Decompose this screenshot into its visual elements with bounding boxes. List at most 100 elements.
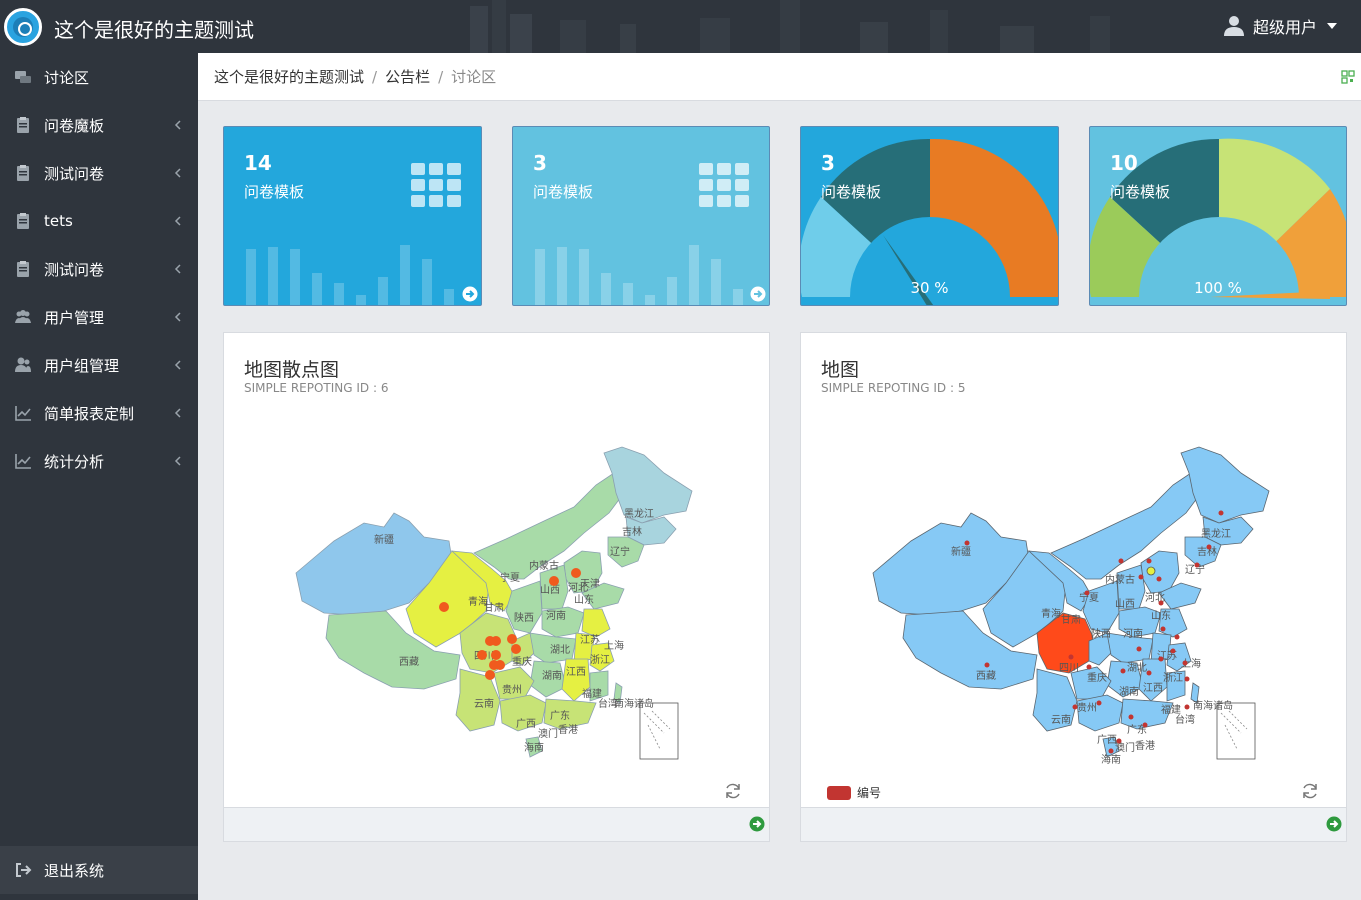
map-point bbox=[1184, 704, 1190, 710]
logout-label: 退出系统 bbox=[44, 861, 105, 880]
sidebar-item-label: 测试问卷 bbox=[44, 260, 105, 279]
sidebar-item-user-management[interactable]: 用户管理 bbox=[0, 293, 198, 341]
scatter-point bbox=[495, 660, 505, 670]
map-point bbox=[1120, 668, 1126, 674]
stat-label: 问卷模板 bbox=[821, 183, 882, 201]
map-label-shaanxi: 陕西 bbox=[1091, 627, 1111, 640]
map-point bbox=[1128, 714, 1134, 720]
sidebar-item-test-survey-2[interactable]: 测试问卷 bbox=[0, 245, 198, 293]
china-choropleth-map[interactable]: 新疆 西藏 青海 甘肃 内蒙古 黑龙江 吉林 辽宁 宁夏 山西 河北 山东 陕西… bbox=[801, 433, 1348, 773]
scatter-point bbox=[511, 644, 521, 654]
map-label-jiangxi: 江西 bbox=[1143, 682, 1163, 694]
user-menu-dropdown[interactable]: 超级用户 bbox=[1223, 14, 1337, 38]
sidebar-item-simple-report[interactable]: 简单报表定制 bbox=[0, 389, 198, 437]
sidebar-item-label: 简单报表定制 bbox=[44, 404, 135, 423]
map-label-xianggang: 香港 bbox=[1135, 740, 1155, 752]
sidebar-item-tets[interactable]: tets bbox=[0, 197, 198, 245]
stat-label: 问卷模板 bbox=[244, 183, 305, 201]
map-label-xizang: 西藏 bbox=[399, 656, 419, 668]
map-label-neimenggu: 内蒙古 bbox=[1105, 573, 1135, 586]
line-chart-icon bbox=[15, 454, 31, 469]
map-label-zhejiang: 浙江 bbox=[590, 654, 610, 666]
sidebar-item-label: 问卷魔板 bbox=[44, 116, 105, 135]
map-label-aomen: 澳门 bbox=[538, 727, 558, 740]
map-point bbox=[1146, 670, 1152, 676]
sign-out-icon bbox=[16, 863, 32, 877]
arrow-circle-right-icon[interactable] bbox=[1326, 816, 1342, 832]
sidebar-item-label: 用户管理 bbox=[44, 308, 105, 327]
region-neimenggu bbox=[1050, 472, 1202, 580]
stat-value: 3 bbox=[821, 151, 835, 175]
sidebar-item-survey-templates[interactable]: 问卷魔板 bbox=[0, 101, 198, 149]
stat-value: 3 bbox=[533, 151, 547, 175]
map-point bbox=[1086, 664, 1092, 670]
map-point bbox=[984, 662, 990, 668]
map-point bbox=[1068, 654, 1074, 660]
map-label-gansu: 甘肃 bbox=[484, 601, 504, 614]
map-point bbox=[1184, 676, 1190, 682]
map-point bbox=[1138, 574, 1144, 580]
sidebar-item-label: 用户组管理 bbox=[44, 356, 120, 375]
sidebar-item-label: tets bbox=[44, 212, 73, 230]
breadcrumb-item-home[interactable]: 这个是很好的主题测试 bbox=[214, 66, 364, 87]
refresh-icon[interactable] bbox=[1300, 781, 1320, 801]
map-label-guangdong: 广东 bbox=[550, 709, 570, 722]
stat-card-2[interactable]: 3 问卷模板 bbox=[512, 126, 770, 306]
map-point bbox=[1084, 590, 1090, 596]
arrow-circle-right-icon[interactable] bbox=[749, 816, 765, 832]
map-label-jilin: 吉林 bbox=[622, 525, 642, 538]
map-label-shanxi: 山西 bbox=[1115, 598, 1135, 610]
map-point bbox=[1158, 600, 1164, 606]
map-label-chongqing: 重庆 bbox=[512, 655, 532, 668]
map-label-hainan: 海南 bbox=[524, 741, 544, 754]
breadcrumb-item-current: 讨论区 bbox=[451, 68, 497, 86]
map-label-shanxi: 山西 bbox=[540, 584, 560, 596]
china-scatter-map[interactable]: 新疆 西藏 青海 甘肃 内蒙古 黑龙江 吉林 辽宁 宁夏 山西 河北 山东 陕西… bbox=[224, 433, 771, 773]
stat-card-1[interactable]: 14 问卷模板 bbox=[223, 126, 482, 306]
qrcode-icon[interactable] bbox=[1341, 68, 1355, 86]
panel-subtitle: SIMPLE REPOTING ID : 6 bbox=[244, 381, 389, 395]
legend-label: 编号 bbox=[857, 786, 882, 800]
gauge-percent: 30 % bbox=[910, 279, 949, 297]
panel-title: 地图 bbox=[821, 359, 860, 381]
map-label-henan: 河南 bbox=[1123, 627, 1143, 640]
scatter-point bbox=[571, 568, 581, 578]
map-label-jiangsu: 江苏 bbox=[580, 633, 600, 646]
sidebar-item-test-survey[interactable]: 测试问卷 bbox=[0, 149, 198, 197]
sidebar-item-label: 测试问卷 bbox=[44, 164, 105, 183]
map-legend[interactable]: 编号 bbox=[827, 784, 881, 801]
map-point bbox=[1136, 646, 1142, 652]
sidebar-item-label: 统计分析 bbox=[44, 452, 105, 471]
clipboard-icon bbox=[17, 165, 29, 181]
map-label-heilongjiang: 黑龙江 bbox=[624, 507, 654, 520]
logout-button[interactable]: 退出系统 bbox=[0, 846, 198, 894]
scatter-point bbox=[507, 634, 517, 644]
region-heilongjiang bbox=[1180, 446, 1270, 524]
map-point bbox=[964, 540, 970, 546]
stat-card-3[interactable]: 3 问卷模板 30 % bbox=[800, 126, 1059, 306]
app-logo bbox=[4, 8, 42, 46]
breadcrumb-separator: / bbox=[438, 67, 444, 86]
arrow-circle-right-icon[interactable] bbox=[462, 286, 478, 302]
breadcrumb-item-bulletin[interactable]: 公告栏 bbox=[385, 66, 430, 87]
user-name: 超级用户 bbox=[1252, 18, 1317, 37]
map-label-hubei: 湖北 bbox=[550, 644, 570, 656]
map-label-sichuan: 四川 bbox=[1059, 663, 1079, 674]
region-shaanxi bbox=[1082, 580, 1120, 634]
map-point bbox=[1194, 562, 1200, 568]
breadcrumb-separator: / bbox=[372, 67, 378, 86]
sidebar-item-discussion[interactable]: 讨论区 bbox=[0, 53, 198, 101]
arrow-circle-right-icon[interactable] bbox=[750, 286, 766, 302]
map-label-xizang: 西藏 bbox=[976, 670, 996, 682]
stat-label: 问卷模板 bbox=[533, 183, 594, 201]
gauge-percent: 100 % bbox=[1194, 279, 1242, 297]
sidebar-item-user-group-management[interactable]: 用户组管理 bbox=[0, 341, 198, 389]
map-choropleth-panel: 地图 SIMPLE REPOTING ID : 5 新疆 西藏 青海 甘肃 内蒙… bbox=[800, 332, 1347, 842]
grid-icon bbox=[699, 163, 749, 207]
sidebar-item-statistics[interactable]: 统计分析 bbox=[0, 437, 198, 485]
scatter-point bbox=[439, 602, 449, 612]
refresh-icon[interactable] bbox=[723, 781, 743, 801]
stat-card-4[interactable]: 10 问卷模板 100 % bbox=[1089, 126, 1347, 306]
clipboard-icon bbox=[17, 213, 29, 229]
panel-title: 地图散点图 bbox=[244, 359, 340, 381]
